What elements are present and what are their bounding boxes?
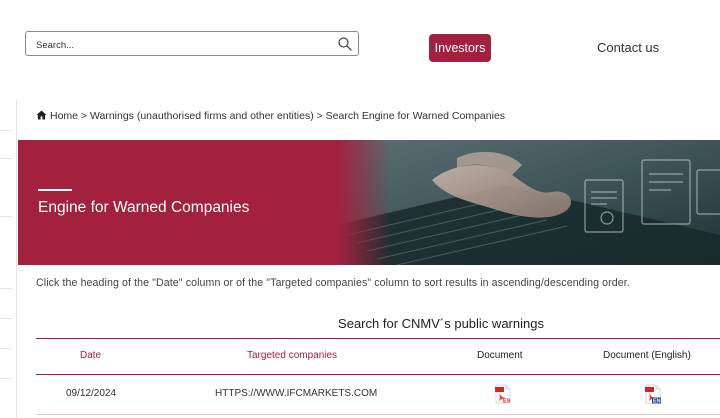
column-header-document: Document: [477, 350, 523, 361]
sort-instructions: Click the heading of the "Date" column o…: [36, 277, 630, 289]
breadcrumb: Home > Warnings (unauthorised firms and …: [36, 110, 505, 122]
search-icon[interactable]: [337, 36, 353, 52]
search-box[interactable]: [25, 31, 359, 56]
column-header-date[interactable]: Date: [80, 350, 101, 361]
search-input[interactable]: [34, 35, 338, 55]
pdf-es-icon[interactable]: ES: [494, 384, 512, 404]
column-header-targeted-companies[interactable]: Targeted companies: [247, 350, 337, 361]
hero-title: Engine for Warned Companies: [38, 199, 250, 216]
pdf-en-badge: EN: [653, 399, 661, 405]
hero-banner: Engine for Warned Companies: [18, 140, 720, 265]
table-row: 09/12/2024 HTTPS://WWW.IFCMARKETS.COM ES…: [36, 374, 720, 415]
top-header: Investors Contact us: [0, 0, 720, 100]
row-date: 09/12/2024: [66, 388, 117, 399]
pdf-es-badge: ES: [503, 399, 511, 405]
breadcrumb-text[interactable]: Home > Warnings (unauthorised firms and …: [50, 110, 505, 122]
home-icon[interactable]: [36, 110, 47, 120]
pdf-en-icon[interactable]: EN: [644, 384, 662, 404]
hero-photo-laptop: [337, 140, 720, 265]
column-header-document-english: Document (English): [603, 350, 691, 361]
contact-us-link[interactable]: Contact us: [597, 40, 659, 55]
table-title: Search for CNMV´s public warnings: [338, 316, 544, 331]
left-sidebar-edge: [0, 100, 17, 418]
hero-text-panel: Engine for Warned Companies: [18, 140, 340, 265]
row-company[interactable]: HTTPS://WWW.IFCMARKETS.COM: [215, 388, 377, 399]
hero-accent-line: [38, 189, 72, 191]
table-header-row: Date Targeted companies Document Documen…: [36, 338, 720, 375]
investors-button[interactable]: Investors: [429, 34, 491, 62]
